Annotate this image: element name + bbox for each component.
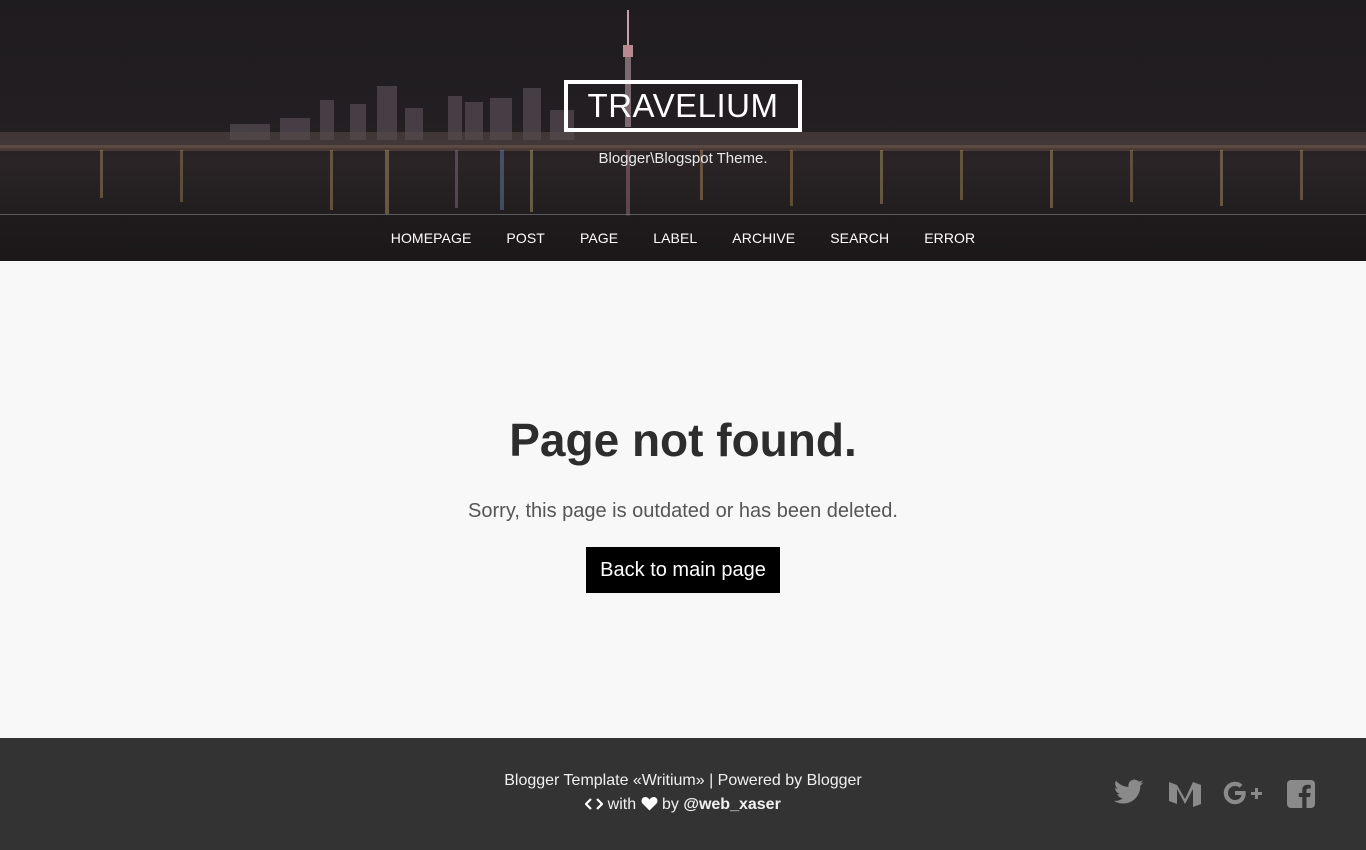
nav-item-page[interactable]: PAGE — [562, 230, 635, 246]
site-logo-box[interactable]: TRAVELIUM — [563, 80, 803, 132]
site-title[interactable]: TRAVELIUM — [588, 87, 779, 124]
code-icon — [584, 797, 604, 816]
nav-item-label[interactable]: LABEL — [636, 230, 715, 246]
error-content: Page not found. Sorry, this page is outd… — [0, 261, 1366, 738]
error-message: Sorry, this page is outdated or has been… — [468, 500, 898, 522]
site-tagline: Blogger\Blogspot Theme. — [598, 150, 768, 167]
heart-icon — [641, 796, 658, 816]
social-links — [1113, 779, 1318, 809]
with-text: with — [607, 796, 637, 813]
error-title: Page not found. — [509, 414, 857, 466]
by-text: by — [662, 796, 679, 813]
brand: TRAVELIUM — [0, 80, 1366, 132]
footer: Blogger Template «Writium» | Powered by … — [0, 738, 1366, 850]
twitter-icon[interactable] — [1113, 779, 1146, 809]
facebook-icon[interactable] — [1286, 779, 1318, 809]
header-banner: TRAVELIUM Blogger\Blogspot Theme. HOMEPA… — [0, 0, 1366, 261]
nav-item-search[interactable]: SEARCH — [813, 230, 907, 246]
medium-icon[interactable] — [1168, 779, 1201, 809]
author-link[interactable]: @web_xaser — [683, 796, 780, 813]
back-to-main-button[interactable]: Back to main page — [586, 547, 780, 593]
nav-item-archive[interactable]: ARCHIVE — [715, 230, 813, 246]
nav-item-homepage[interactable]: HOMEPAGE — [373, 230, 489, 246]
nav-item-post[interactable]: POST — [489, 230, 563, 246]
main-nav: HOMEPAGE POST PAGE LABEL ARCHIVE SEARCH … — [0, 215, 1366, 261]
google-plus-icon[interactable] — [1222, 779, 1264, 809]
nav-item-error[interactable]: ERROR — [907, 230, 993, 246]
